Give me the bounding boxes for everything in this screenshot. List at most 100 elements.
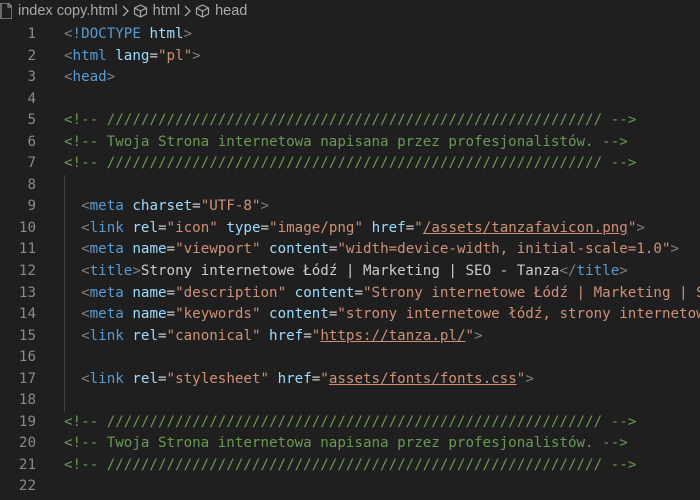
code-token: = [303,327,312,344]
code-token: = [166,284,176,301]
code-token: "icon" [166,219,218,236]
code-token: "viewport" [175,241,261,258]
code-token: <!-- Twoja Strona internetowa napisana p… [64,133,628,150]
code-line[interactable]: 14 <meta name="keywords" content="strony… [0,304,700,326]
chevron-right-icon [183,5,191,17]
code-line[interactable]: 7 <!-- //////////////////////////////////… [0,153,700,175]
line-number: 17 [18,370,36,387]
code-token: = [149,47,158,64]
code-line[interactable]: 5 <!-- //////////////////////////////////… [0,110,700,132]
code-text: <!DOCTYPE html> [64,24,192,46]
code-text: <!-- Twoja Strona internetowa napisana p… [64,132,628,154]
code-line[interactable]: 9 <meta charset="UTF-8"> [0,196,700,218]
code-token: name [132,284,167,301]
breadcrumb-file[interactable]: index copy.html [0,3,118,19]
line-number: 20 [18,435,36,452]
code-line[interactable]: 22 [0,476,700,498]
code-token: < [64,47,73,64]
indent-guide [64,174,65,412]
line-number: 11 [18,241,36,258]
code-text: <html lang="pl"> [64,46,201,68]
code-token: "UTF-8" [200,198,261,215]
line-number: 21 [18,456,36,473]
code-token: rel [132,327,158,344]
code-token: href [371,219,406,236]
line-number: 5 [27,112,36,129]
code-text: <!-- ///////////////////////////////////… [64,412,636,434]
code-line[interactable]: 4 [0,89,700,111]
code-token: < [81,219,90,236]
line-number: 3 [27,69,36,86]
code-line[interactable]: 18 [0,390,700,412]
code-line[interactable]: 16 [0,347,700,369]
line-number: 15 [18,327,36,344]
code-token: > [636,219,645,236]
line-number: 14 [18,306,36,323]
code-line[interactable]: 12 <title>Strony internetowe Łódź | Mark… [0,261,700,283]
code-token: = [157,370,167,387]
breadcrumb-symbol-html[interactable]: html [133,3,180,19]
code-token: name [132,306,167,323]
code-token: html [72,47,107,64]
code-token: link [89,370,124,387]
code-token: "canonical" [166,327,261,344]
code-token: = [166,241,176,258]
code-token: < [81,306,90,323]
symbol-element-icon [133,4,148,18]
code-line[interactable]: 6 <!-- Twoja Strona internetowa napisana … [0,132,700,154]
symbol-element-icon [195,4,210,18]
code-token: content [294,284,355,301]
code-token: = [166,306,176,323]
code-token: < [81,284,90,301]
code-token: = [354,284,364,301]
code-token: href [277,370,312,387]
code-area[interactable]: 1 <!DOCTYPE html> 2 <html lang="pl"> 3 <head>… [0,24,700,498]
code-line[interactable]: 13 <meta name="description" content="Str… [0,283,700,305]
line-number: 1 [27,26,36,42]
code-token: > [183,26,193,42]
code-token: "pl" [157,47,193,64]
line-number: 2 [27,47,36,64]
code-line[interactable]: 3 <head> [0,67,700,89]
code-token: < [81,327,90,344]
code-line[interactable]: 1 <!DOCTYPE html> [0,24,700,46]
code-token: < [64,69,73,86]
code-token: </ [559,263,577,280]
code-text: <meta name="description" content="Strony… [64,283,700,305]
code-token: < [81,241,90,258]
line-number: 19 [18,413,36,430]
code-text: <title>Strony internetowe Łódź | Marketi… [64,261,628,283]
code-line[interactable]: 10 <link rel="icon" type="image/png" hre… [0,218,700,240]
code-token: meta [89,198,124,215]
code-line[interactable]: 2 <html lang="pl"> [0,46,700,68]
code-line[interactable]: 8 [0,175,700,197]
code-token: "strony internetowe łódź, strony interne… [337,306,700,323]
code-token: "Strony internetowe Łódź | Marketing | S… [363,284,700,301]
code-line[interactable]: 17 <link rel="stylesheet" href="assets/f… [0,369,700,391]
code-token: href [269,327,304,344]
code-token: < [81,370,90,387]
code-line[interactable]: 19 <!-- /////////////////////////////////… [0,412,700,434]
breadcrumb-symbol-html-label: html [152,3,181,19]
code-line[interactable]: 15 <link rel="canonical" href="https://t… [0,326,700,348]
code-text: <meta name="viewport" content="width=dev… [64,239,679,261]
code-line[interactable]: 21 <!-- /////////////////////////////////… [0,455,700,477]
code-token: title [576,263,620,280]
code-token: meta [89,241,124,258]
code-line[interactable]: 11 <meta name="viewport" content="width=… [0,239,700,261]
code-editor[interactable]: index copy.html html head 1 <!DOCTYPE ht… [0,0,700,500]
breadcrumb-symbol-head[interactable]: head [195,3,247,19]
line-number: 18 [18,392,36,409]
code-token: > [525,370,534,387]
code-line[interactable]: 20 <!-- Twoja Strona internetowa napisana… [0,433,700,455]
breadcrumb: index copy.html html head [0,0,700,22]
code-text: <meta name="keywords" content="strony in… [64,304,700,326]
